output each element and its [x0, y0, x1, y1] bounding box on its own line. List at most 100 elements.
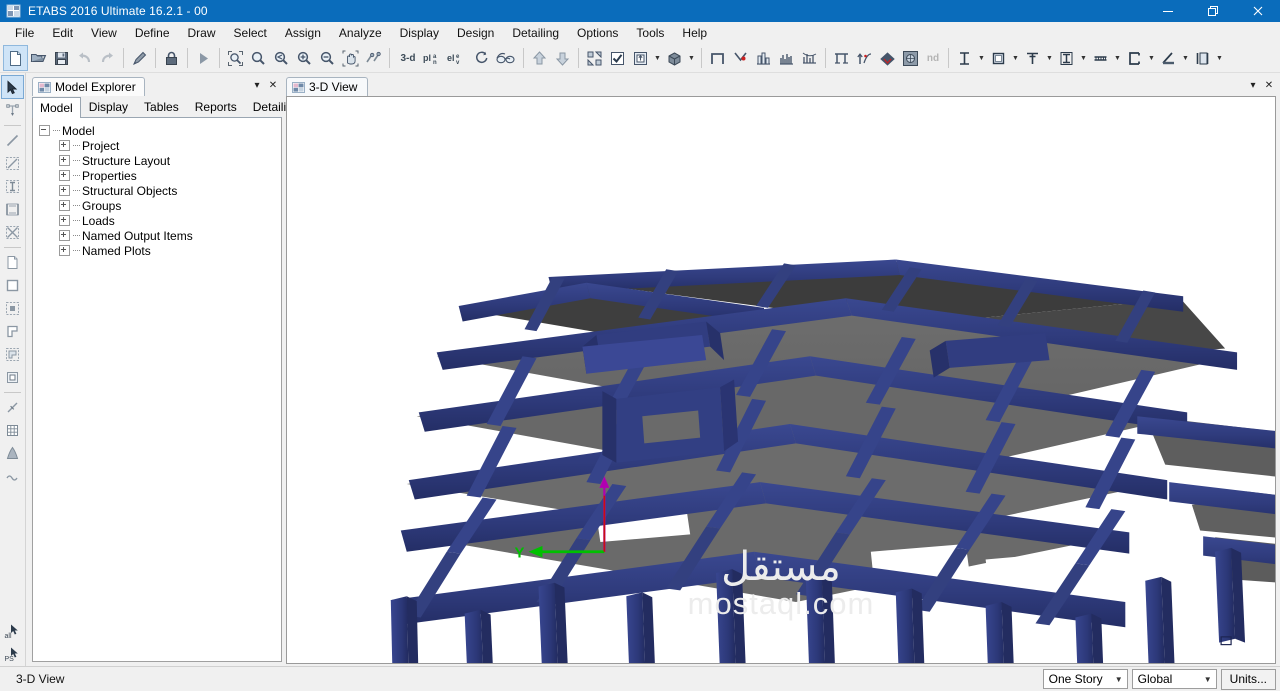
- lock-model-icon[interactable]: [160, 46, 183, 70]
- view-close-icon[interactable]: ✕: [1262, 78, 1276, 93]
- reshape-object-icon[interactable]: [2, 99, 23, 121]
- edit-pencil-icon[interactable]: [128, 46, 151, 70]
- view-menu-chevron-down-icon[interactable]: ▾: [1246, 78, 1260, 93]
- menu-item-tools[interactable]: Tools: [627, 23, 673, 43]
- deformed-shape-icon[interactable]: [798, 46, 821, 70]
- draw-openings-icon[interactable]: [2, 366, 23, 388]
- tree-expand-toggle-icon[interactable]: [59, 170, 70, 181]
- save-icon[interactable]: [50, 46, 73, 70]
- draw-wall-stacked-icon[interactable]: [2, 343, 23, 365]
- section-angle-chevron-down-icon[interactable]: ▼: [1180, 46, 1191, 70]
- select-all-objects-icon[interactable]: all: [2, 620, 23, 642]
- member-forces-icon[interactable]: [853, 46, 876, 70]
- show-plot-functions-icon[interactable]: [775, 46, 798, 70]
- menu-item-view[interactable]: View: [82, 23, 126, 43]
- rotate-3d-view-icon[interactable]: [362, 46, 385, 70]
- quick-draw-secondary-beam-icon[interactable]: [2, 221, 23, 243]
- section-box-icon[interactable]: [987, 46, 1010, 70]
- menu-item-file[interactable]: File: [6, 23, 43, 43]
- set-plan-view-icon[interactable]: pl a n: [422, 46, 446, 70]
- set-elevation-view-icon[interactable]: el e v: [446, 46, 470, 70]
- quick-draw-floor-icon[interactable]: [2, 297, 23, 319]
- draw-reference-line-icon[interactable]: [2, 465, 23, 487]
- section-wall-chevron-down-icon[interactable]: ▼: [1214, 46, 1225, 70]
- draw-joint-icon[interactable]: [729, 46, 752, 70]
- section-i-chevron-down-icon[interactable]: ▼: [976, 46, 987, 70]
- draw-rectangular-area-icon[interactable]: [2, 274, 23, 296]
- section-double-angle-icon[interactable]: [1089, 46, 1112, 70]
- section-channel-chevron-down-icon[interactable]: ▼: [1146, 46, 1157, 70]
- minimize-button[interactable]: [1145, 0, 1190, 22]
- move-up-story-icon[interactable]: [528, 46, 551, 70]
- section-angle-icon[interactable]: [1157, 46, 1180, 70]
- perspective-toggle-icon[interactable]: [470, 46, 493, 70]
- section-tee-chevron-down-icon[interactable]: ▼: [1044, 46, 1055, 70]
- menu-item-assign[interactable]: Assign: [276, 23, 330, 43]
- zoom-in-icon[interactable]: [293, 46, 316, 70]
- draw-developed-elevation-icon[interactable]: [2, 442, 23, 464]
- model-explorer-tab[interactable]: Model Explorer: [32, 77, 145, 96]
- model-explorer-close-icon[interactable]: ✕: [266, 78, 280, 93]
- quick-draw-beam-icon[interactable]: [2, 152, 23, 174]
- coordinate-system-select[interactable]: Global ▼: [1131, 669, 1217, 689]
- extrude-view-chevron-down-icon[interactable]: ▼: [652, 46, 663, 70]
- story-select-chevron-down-icon[interactable]: ▼: [1111, 675, 1127, 684]
- zoom-previous-icon[interactable]: [247, 46, 270, 70]
- model-3d-canvas[interactable]: Y مستقل mostaql.com: [286, 96, 1276, 664]
- menu-item-analyze[interactable]: Analyze: [330, 23, 391, 43]
- show-tables-icon[interactable]: [752, 46, 775, 70]
- undo-icon[interactable]: [73, 46, 96, 70]
- menu-item-options[interactable]: Options: [568, 23, 627, 43]
- tab-tables[interactable]: Tables: [136, 96, 187, 117]
- draw-grid-icon[interactable]: [2, 419, 23, 441]
- snap-label-icon[interactable]: nd: [922, 46, 944, 70]
- tab-3d-view[interactable]: 3-D View: [286, 77, 369, 96]
- tree-expand-toggle-icon[interactable]: [59, 230, 70, 241]
- tree-node-structure-layout[interactable]: Structure Layout: [37, 153, 277, 168]
- tree-node-model[interactable]: Model: [37, 123, 277, 138]
- set-3d-view-icon[interactable]: 3-d: [394, 46, 422, 70]
- set-display-options-icon[interactable]: [493, 46, 519, 70]
- units-button[interactable]: Units...: [1220, 668, 1276, 690]
- section-tee-icon[interactable]: [1021, 46, 1044, 70]
- object-shrink-icon[interactable]: [583, 46, 606, 70]
- run-analysis-icon[interactable]: [192, 46, 215, 70]
- tree-node-properties[interactable]: Properties: [37, 168, 277, 183]
- tree-node-loads[interactable]: Loads: [37, 213, 277, 228]
- select-all-icon[interactable]: [606, 46, 629, 70]
- zoom-rubber-band-icon[interactable]: [224, 46, 247, 70]
- zoom-out-icon[interactable]: [316, 46, 339, 70]
- story-select[interactable]: One Story ▼: [1042, 669, 1128, 689]
- tree-node-project[interactable]: Project: [37, 138, 277, 153]
- tab-model[interactable]: Model: [32, 97, 81, 118]
- open-file-icon[interactable]: [27, 46, 50, 70]
- tree-node-structural-objects[interactable]: Structural Objects: [37, 183, 277, 198]
- move-down-story-icon[interactable]: [551, 46, 574, 70]
- tree-node-named-plots[interactable]: Named Plots: [37, 243, 277, 258]
- section-wide-flange-icon[interactable]: [1055, 46, 1078, 70]
- draw-frame-icon[interactable]: [706, 46, 729, 70]
- coordinate-system-chevron-down-icon[interactable]: ▼: [1200, 675, 1216, 684]
- menu-item-edit[interactable]: Edit: [43, 23, 82, 43]
- render-view-icon[interactable]: [663, 46, 686, 70]
- section-wide-flange-chevron-down-icon[interactable]: ▼: [1078, 46, 1089, 70]
- design-overwrites-icon[interactable]: [876, 46, 899, 70]
- menu-item-detailing[interactable]: Detailing: [503, 23, 568, 43]
- new-model-icon[interactable]: [3, 45, 28, 71]
- menu-item-select[interactable]: Select: [225, 23, 276, 43]
- section-box-chevron-down-icon[interactable]: ▼: [1010, 46, 1021, 70]
- tree-expand-toggle-icon[interactable]: [59, 140, 70, 151]
- tree-collapse-toggle-icon[interactable]: [39, 125, 50, 136]
- redo-icon[interactable]: [96, 46, 119, 70]
- zoom-out-one-step-icon[interactable]: [270, 46, 293, 70]
- extrude-view-icon[interactable]: [629, 46, 652, 70]
- draw-floor-area-icon[interactable]: [2, 251, 23, 273]
- menu-item-help[interactable]: Help: [673, 23, 716, 43]
- pan-hand-icon[interactable]: [339, 46, 362, 70]
- tab-display[interactable]: Display: [81, 96, 136, 117]
- menu-item-display[interactable]: Display: [391, 23, 448, 43]
- section-wall-icon[interactable]: [1191, 46, 1214, 70]
- section-channel-icon[interactable]: [1123, 46, 1146, 70]
- menu-item-design[interactable]: Design: [448, 23, 503, 43]
- menu-item-draw[interactable]: Draw: [179, 23, 225, 43]
